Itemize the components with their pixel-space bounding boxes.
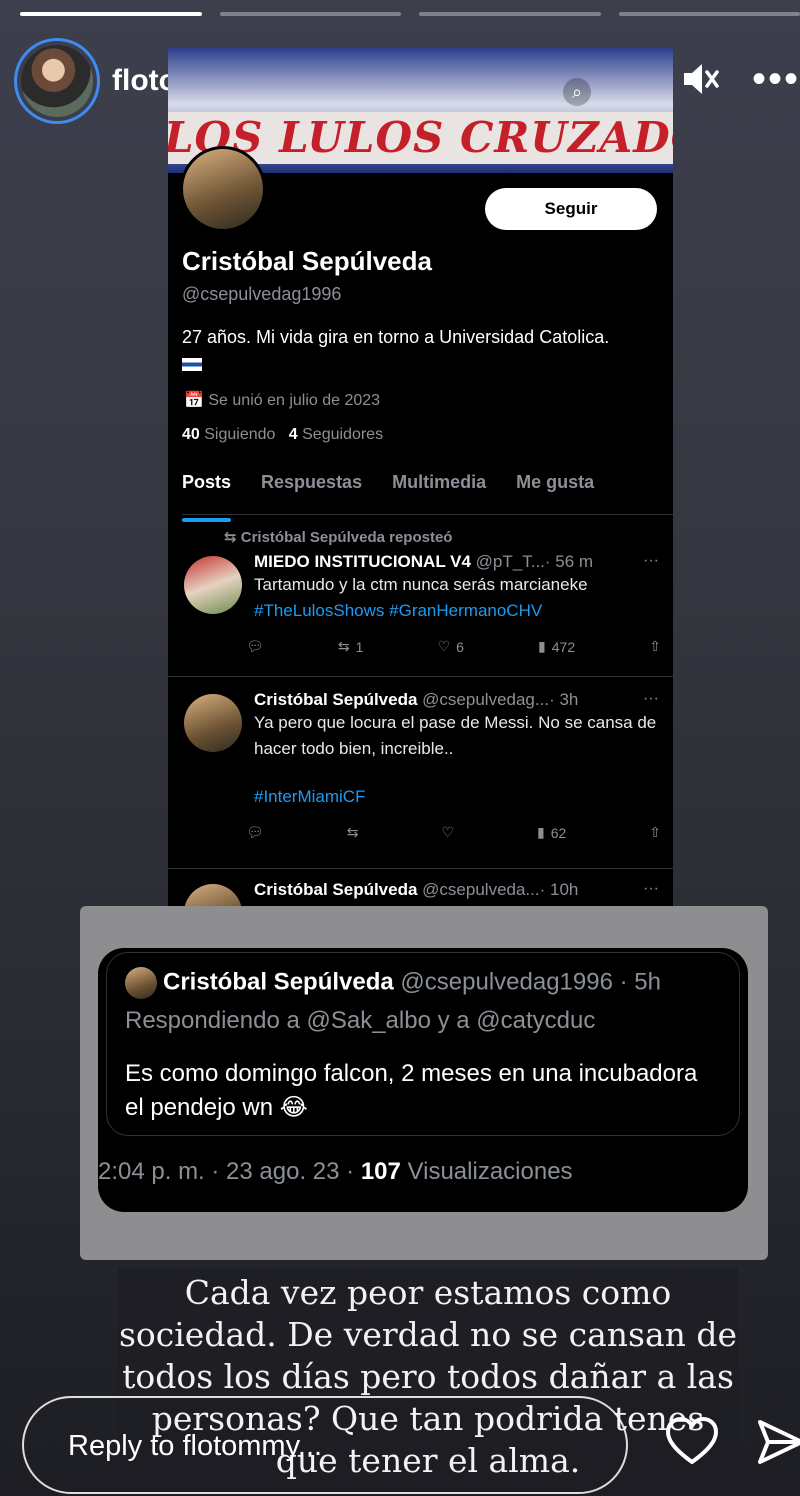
flag-icon [182,358,202,371]
profile-joined: 📅 Se unió en julio de 2023 [184,392,381,409]
share-icon[interactable]: ⇧ [649,638,661,655]
mute-icon[interactable] [680,60,720,98]
reply-tweet-card: Cristóbal Sepúlveda @csepulvedag1996 · 5… [98,948,748,1212]
tweet-header: Cristóbal Sepúlveda @csepulvedag...· 3h [254,690,579,709]
tweet-more-icon[interactable]: ··· [643,552,659,570]
more-options-icon[interactable]: ••• [752,59,800,99]
twitter-profile-screenshot: LOS LULOS CRUZADOS A.C ⌕ Seguir Cristóba… [168,48,673,906]
retweet-icon[interactable]: ⇆ [347,824,359,841]
tweet-avatar [184,556,242,614]
story-progress [20,12,800,16]
tweet-more-icon[interactable]: ··· [643,880,659,898]
heart-icon[interactable] [664,1414,720,1470]
reply-icon[interactable]: 💬︎ [246,824,264,841]
tweet-text: Tartamudo y la ctm nunca serás marcianek… [254,575,588,594]
tweet-more-icon[interactable]: ··· [643,690,659,708]
repost-indicator: ⇆ Cristóbal Sepúlveda reposteó [224,529,453,546]
profile-stats: 40 Siguiendo 4 Seguidores [182,426,384,443]
send-icon[interactable] [756,1414,800,1470]
tweet-hashtags[interactable]: #InterMiamiCF [254,784,661,810]
reply-icon[interactable]: 💬︎ [246,638,264,655]
calendar-icon: 📅 [184,392,204,409]
share-icon[interactable]: ⇧ [649,824,661,841]
profile-tabs: Posts Respuestas Multimedia Me gusta [182,468,673,522]
story-avatar[interactable] [14,38,100,124]
tweet-actions: 💬︎ ⇆ 1 ♡ 6 ▮ 472 ⇧ [246,638,661,655]
tweet-avatar [184,884,242,906]
tweet[interactable]: Cristóbal Sepúlveda @csepulveda...· 10h … [168,878,673,906]
tweet-hashtags[interactable]: #TheLulosShows #GranHermanoCHV [254,598,661,624]
progress-segment [20,12,202,16]
reply-tweet-text: Es como domingo falcon, 2 meses en una i… [125,1060,698,1121]
tweet[interactable]: ⇆ Cristóbal Sepúlveda reposteó MIEDO INS… [168,524,673,674]
tab-multimedia[interactable]: Multimedia [392,468,486,512]
profile-name: Cristóbal Sepúlveda [182,246,432,276]
tweet[interactable]: Cristóbal Sepúlveda @csepulvedag...· 3h … [168,688,673,858]
search-icon: ⌕ [563,78,591,106]
tweet-header: Cristóbal Sepúlveda @csepulveda...· 10h [254,880,579,899]
reply-tweet-header: Cristóbal Sepúlveda @csepulvedag1996 · 5… [125,967,661,999]
views-icon[interactable]: ▮ 62 [537,824,566,841]
replying-to: Respondiendo a @Sak_albo y a @catycduc [125,1007,596,1034]
reply-tweet-meta: 2:04 p. m. · 23 ago. 23 · 107 Visualizac… [98,1158,573,1185]
reply-input[interactable] [68,1425,568,1467]
tweet-text: Ya pero que locura el pase de Messi. No … [254,713,657,758]
profile-handle: @csepulvedag1996 [182,284,342,304]
tweet-header: MIEDO INSTITUCIONAL V4 @pT_T...· 56 m [254,552,594,571]
like-icon[interactable]: ♡ 6 [438,638,464,655]
profile-bio: 27 años. Mi vida gira en torno a Univers… [182,324,652,376]
tab-respuestas[interactable]: Respuestas [261,468,362,512]
reply-avatar [125,967,157,999]
like-icon[interactable]: ♡ [441,824,454,841]
progress-segment [219,12,401,16]
reply-bar[interactable] [22,1396,628,1494]
reply-screenshot: Cristóbal Sepúlveda @csepulvedag1996 · 5… [80,906,768,1260]
profile-avatar [180,146,266,232]
tab-posts[interactable]: Posts [182,468,232,522]
tab-me-gusta[interactable]: Me gusta [516,468,594,512]
progress-segment [419,12,601,16]
retweet-icon[interactable]: ⇆ 1 [338,638,364,655]
tweet-avatar [184,694,242,752]
tweet-actions: 💬︎ ⇆ ♡ ▮ 62 ⇧ [246,824,661,841]
views-icon[interactable]: ▮ 472 [538,638,575,655]
progress-segment [618,12,800,16]
follow-button[interactable]: Seguir [485,188,657,230]
